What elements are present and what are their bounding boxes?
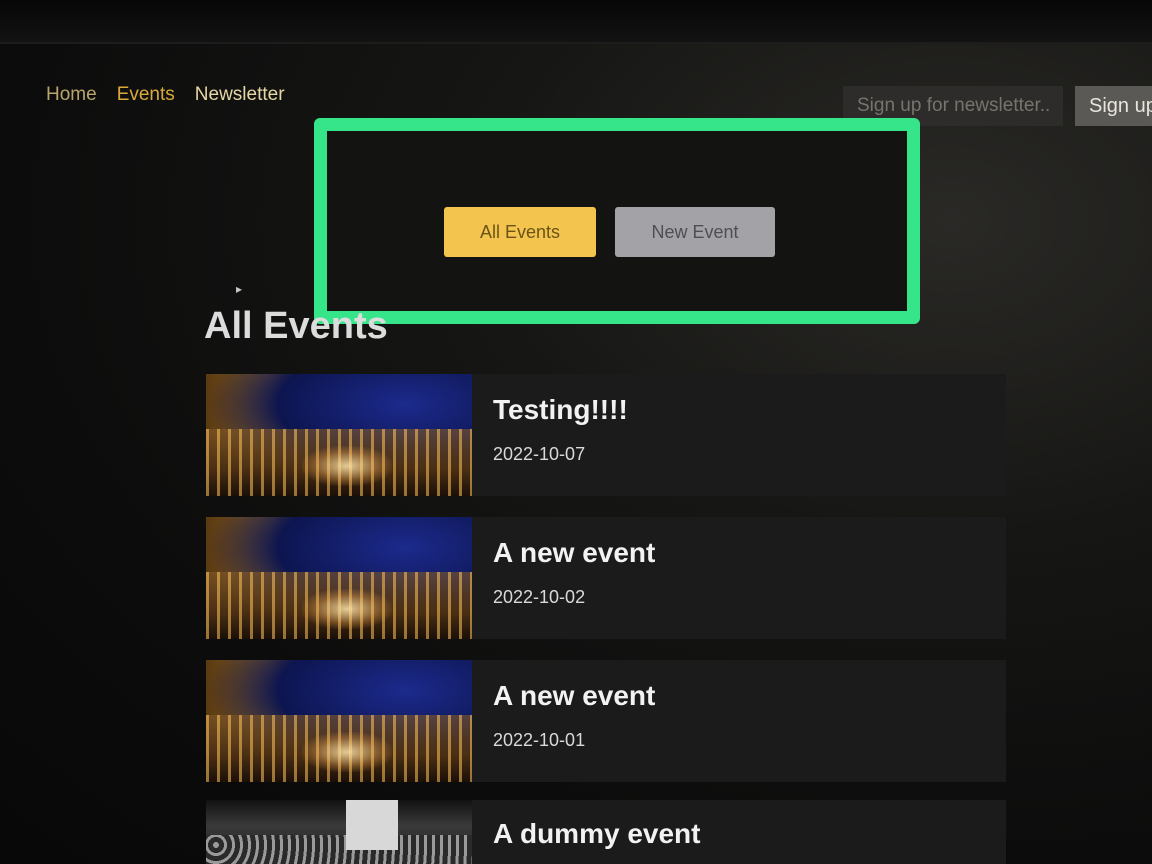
event-date: 2022-10-01 xyxy=(493,730,586,750)
event-info: Testing!!!! 2022-10-07 xyxy=(472,374,628,496)
event-thumbnail xyxy=(206,660,472,782)
main-nav: Home Events Newsletter xyxy=(46,84,285,106)
event-title: A dummy event xyxy=(493,818,701,849)
signup-button[interactable]: Sign up xyxy=(1075,86,1152,126)
monitor-bezel xyxy=(0,0,1152,44)
mouse-cursor-icon: ▸ xyxy=(236,282,243,296)
all-events-button[interactable]: All Events xyxy=(444,207,596,257)
event-thumbnail xyxy=(206,374,472,496)
event-info: A new event 2022-10-02 xyxy=(472,517,655,639)
nav-newsletter-link[interactable]: Newsletter xyxy=(195,84,285,106)
event-info: A dummy event xyxy=(472,800,700,864)
event-thumbnail xyxy=(206,517,472,639)
event-card[interactable]: A new event 2022-10-01 xyxy=(206,660,1006,782)
event-card[interactable]: A dummy event xyxy=(206,800,1006,864)
event-date: 2022-10-02 xyxy=(493,587,586,607)
event-card[interactable]: A new event 2022-10-02 xyxy=(206,517,1006,639)
page-title: All Events xyxy=(204,305,388,347)
nav-events-link[interactable]: Events xyxy=(117,84,175,106)
event-thumbnail xyxy=(206,800,472,864)
event-info: A new event 2022-10-01 xyxy=(472,660,655,782)
event-title: A new event xyxy=(493,537,656,568)
highlight-annotation-box: All Events New Event xyxy=(314,118,920,324)
event-title: Testing!!!! xyxy=(493,394,628,425)
new-event-button[interactable]: New Event xyxy=(615,207,775,257)
nav-home-link[interactable]: Home xyxy=(46,84,97,106)
event-title: A new event xyxy=(493,680,656,711)
monitor-screen: Home Events Newsletter Sign up All Event… xyxy=(0,0,1152,864)
event-date: 2022-10-07 xyxy=(493,444,586,464)
event-card[interactable]: Testing!!!! 2022-10-07 xyxy=(206,374,1006,496)
